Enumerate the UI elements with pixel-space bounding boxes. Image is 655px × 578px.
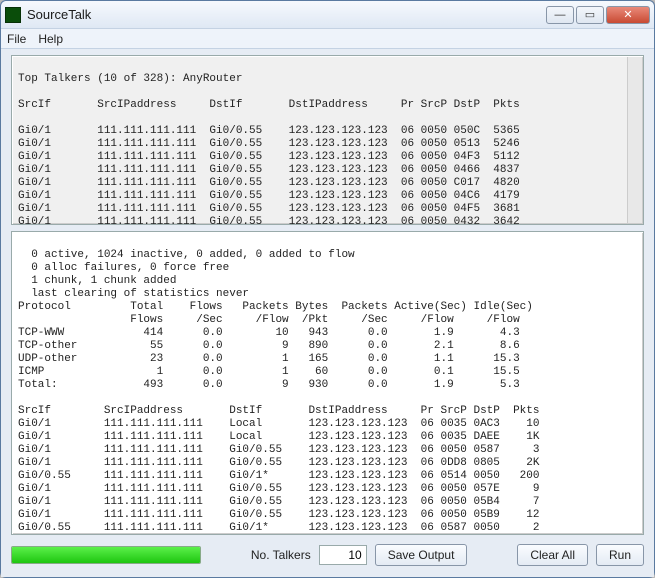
- menubar: File Help: [1, 29, 654, 49]
- window-title: SourceTalk: [27, 7, 546, 22]
- flow-row: Gi0/1 111.111.111.111 Gi0/0.55 123.123.1…: [18, 483, 540, 495]
- talkers-row: Gi0/1 111.111.111.111 Gi0/0.55 123.123.1…: [18, 216, 520, 225]
- flow-row: Gi0/1 111.111.111.111 Gi0/0.55 123.123.1…: [18, 457, 540, 469]
- progress-bar: [11, 546, 201, 564]
- save-output-button[interactable]: Save Output: [375, 544, 468, 566]
- proto-row: UDP-other 23 0.0 1 165 0.0 1.1 15.3: [18, 353, 520, 365]
- maximize-button[interactable]: ▭: [576, 6, 604, 24]
- flow-row: Gi0/0.55 111.111.111.111 Gi0/1* 123.123.…: [18, 470, 540, 482]
- client-area: Top Talkers (10 of 328): AnyRouter SrcIf…: [1, 49, 654, 577]
- flow-row: Gi0/1 111.111.111.111 Gi0/0.55 123.123.1…: [18, 509, 540, 521]
- menu-help[interactable]: Help: [38, 32, 63, 46]
- talkers-columns: SrcIf SrcIPaddress DstIf DstIPaddress Pr…: [18, 99, 520, 111]
- status-line: last clearing of statistics never: [18, 288, 249, 300]
- talkers-row: Gi0/1 111.111.111.111 Gi0/0.55 123.123.1…: [18, 164, 520, 176]
- flow-row: Gi0/1 111.111.111.111 Gi0/0.55 123.123.1…: [18, 444, 540, 456]
- close-button[interactable]: ✕: [606, 6, 650, 24]
- status-line: 0 active, 1024 inactive, 0 added, 0 adde…: [18, 249, 355, 261]
- flow-header: SrcIf SrcIPaddress DstIf DstIPaddress Pr…: [18, 405, 540, 417]
- proto-header2: Flows /Sec /Flow /Pkt /Sec /Flow /Flow: [18, 314, 520, 326]
- talkers-header: Top Talkers (10 of 328): AnyRouter: [18, 73, 242, 85]
- top-talkers-panel: Top Talkers (10 of 328): AnyRouter SrcIf…: [11, 55, 644, 225]
- app-window: SourceTalk — ▭ ✕ File Help Top Talkers (…: [0, 0, 655, 578]
- talkers-row: Gi0/1 111.111.111.111 Gi0/0.55 123.123.1…: [18, 151, 520, 163]
- menu-file[interactable]: File: [7, 32, 26, 46]
- status-line: 1 chunk, 1 chunk added: [18, 275, 176, 287]
- app-icon: [5, 7, 21, 23]
- proto-header: Protocol Total Flows Packets Bytes Packe…: [18, 301, 533, 313]
- proto-row: TCP-other 55 0.0 9 890 0.0 2.1 8.6: [18, 340, 520, 352]
- proto-row: Total: 493 0.0 9 930 0.0 1.9 5.3: [18, 379, 520, 391]
- scrollbar-icon[interactable]: [627, 57, 642, 223]
- talkers-row: Gi0/1 111.111.111.111 Gi0/0.55 123.123.1…: [18, 138, 520, 150]
- status-line: 0 alloc failures, 0 force free: [18, 262, 229, 274]
- flow-row: Gi0/0.55 111.111.111.111 Gi0/1* 123.123.…: [18, 522, 540, 534]
- proto-row: TCP-WWW 414 0.0 10 943 0.0 1.9 4.3: [18, 327, 520, 339]
- protocol-flow-panel[interactable]: 0 active, 1024 inactive, 0 added, 0 adde…: [11, 231, 644, 535]
- talkers-count-label: No. Talkers: [251, 548, 311, 562]
- talkers-row: Gi0/1 111.111.111.111 Gi0/0.55 123.123.1…: [18, 177, 520, 189]
- talkers-count-input[interactable]: [319, 545, 367, 565]
- progress-fill: [12, 547, 200, 563]
- talkers-row: Gi0/1 111.111.111.111 Gi0/0.55 123.123.1…: [18, 190, 520, 202]
- clear-all-button[interactable]: Clear All: [517, 544, 588, 566]
- minimize-button[interactable]: —: [546, 6, 574, 24]
- flow-row: Gi0/1 111.111.111.111 Gi0/0.55 123.123.1…: [18, 496, 540, 508]
- titlebar[interactable]: SourceTalk — ▭ ✕: [1, 1, 654, 29]
- bottombar: No. Talkers Save Output Clear All Run: [11, 541, 644, 569]
- flow-row: Gi0/1 111.111.111.111 Local 123.123.123.…: [18, 418, 540, 430]
- talkers-row: Gi0/1 111.111.111.111 Gi0/0.55 123.123.1…: [18, 125, 520, 137]
- proto-row: ICMP 1 0.0 1 60 0.0 0.1 15.5: [18, 366, 520, 378]
- flow-row: Gi0/1 111.111.111.111 Local 123.123.123.…: [18, 431, 540, 443]
- talkers-row: Gi0/1 111.111.111.111 Gi0/0.55 123.123.1…: [18, 203, 520, 215]
- run-button[interactable]: Run: [596, 544, 644, 566]
